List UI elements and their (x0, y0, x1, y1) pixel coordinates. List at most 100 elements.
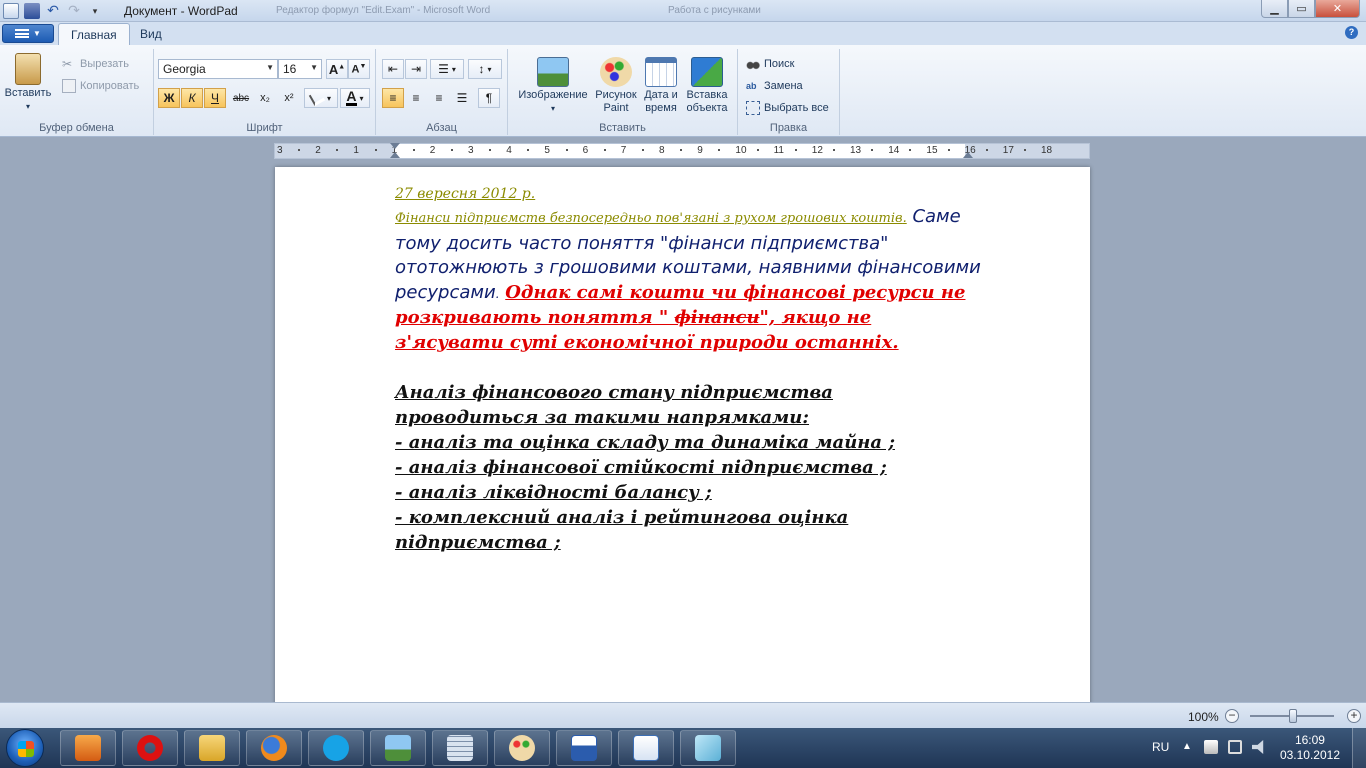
save-icon[interactable] (24, 3, 40, 19)
undo-icon[interactable]: ↶ (45, 3, 61, 19)
zoom-in-button[interactable]: + (1347, 709, 1361, 723)
show-desktop-button[interactable] (1352, 728, 1366, 768)
zoom-out-button[interactable]: − (1225, 709, 1239, 723)
insert-image-button[interactable]: Изображение ▾ (512, 57, 594, 115)
app-menu-button[interactable]: ▼ (2, 24, 54, 43)
ruler-tick-label: 6 (582, 145, 589, 156)
taskbar-calculator[interactable] (432, 730, 488, 766)
analysis-line: - аналіз фінансової стійкості підприємст… (395, 455, 985, 480)
taskbar-opera[interactable] (122, 730, 178, 766)
title-bar: ↶ ↷ ▾ Документ - WordPad Редактор формул… (0, 0, 1366, 22)
replace-button[interactable]: ab Замена (746, 79, 803, 93)
taskbar-wordpad[interactable] (618, 730, 674, 766)
start-button[interactable] (6, 729, 44, 767)
decrease-indent-button[interactable]: ⇤ (382, 59, 404, 79)
close-button[interactable]: ✕ (1315, 0, 1360, 18)
zoom-slider-thumb[interactable] (1289, 709, 1297, 723)
find-button[interactable]: Поиск (746, 57, 794, 71)
ruler-tick-mark (412, 149, 415, 151)
language-indicator[interactable]: RU (1152, 740, 1169, 768)
select-all-icon (746, 101, 760, 115)
increase-indent-button[interactable]: ⇥ (405, 59, 427, 79)
blue-period: . (495, 286, 500, 301)
date-line: 27 вересня 2012 р. (395, 186, 536, 202)
tab-view[interactable]: Вид (128, 23, 174, 45)
volume-icon[interactable] (1252, 740, 1264, 754)
help-icon[interactable]: ? (1345, 26, 1358, 39)
taskbar-notepad[interactable] (680, 730, 736, 766)
superscript-button[interactable]: x² (278, 88, 300, 108)
analysis-line: - комплексний аналіз і рейтингова оцінка (395, 505, 985, 530)
analysis-line-text: підприємства ; (395, 532, 561, 553)
subscript-button[interactable]: x₂ (254, 88, 276, 108)
group-font: Georgia ▼ 16 ▼ A▲ A▼ Ж К Ч abc x₂ x² ▾ A… (154, 49, 376, 135)
datetime-label-1: Дата и (644, 89, 678, 101)
ruler-tick-mark (947, 149, 950, 151)
font-size-combo[interactable]: 16 ▼ (278, 59, 322, 79)
line-spacing-icon: ↕ (478, 62, 485, 76)
clock-date: 03.10.2012 (1279, 748, 1340, 762)
strikethrough-button[interactable]: abc (230, 88, 252, 108)
chevron-down-icon: ▼ (266, 63, 274, 72)
taskbar-photo-viewer[interactable] (370, 730, 426, 766)
ruler-tick-mark (489, 149, 492, 151)
document-page[interactable]: 27 вересня 2012 р. Фінанси підприємств б… (275, 167, 1090, 702)
maximize-button[interactable]: ▭ (1288, 0, 1315, 18)
right-indent-marker[interactable] (963, 152, 973, 158)
paste-button[interactable]: Вставить ▾ (4, 53, 52, 113)
grow-font-button[interactable]: A▲ (326, 59, 348, 79)
minimize-button[interactable]: ▁ (1261, 0, 1288, 18)
align-left-icon: ≡ (389, 91, 397, 105)
align-left-button[interactable]: ≡ (382, 88, 404, 108)
taskbar-media-player[interactable] (60, 730, 116, 766)
customize-qa-chevron-icon[interactable]: ▾ (87, 3, 103, 19)
justify-button[interactable]: ☰ (451, 88, 473, 108)
ruler-tick-label: 9 (697, 145, 703, 156)
cut-button[interactable]: ✂ Вырезать (62, 57, 129, 71)
redo-icon[interactable]: ↷ (66, 3, 82, 19)
copy-button[interactable]: Копировать (62, 79, 139, 93)
highlight-color-button[interactable]: ▾ (304, 88, 338, 108)
font-color-button[interactable]: A ▾ (340, 88, 370, 108)
first-line-indent-marker[interactable] (390, 143, 400, 149)
insert-object-button[interactable]: Вставка объекта (682, 57, 732, 115)
taskbar-firefox[interactable] (246, 730, 302, 766)
bold-button[interactable]: Ж (158, 88, 180, 108)
action-center-icon[interactable] (1204, 740, 1218, 754)
taskbar-paint[interactable] (494, 730, 550, 766)
ruler-tick-mark (871, 149, 874, 151)
paint-drawing-button[interactable]: Рисунок Paint (592, 57, 640, 115)
font-size-value: 16 (283, 62, 297, 76)
show-hidden-icons-chevron-icon[interactable]: ▲ (1182, 741, 1192, 768)
bullets-button[interactable]: ☰ ▾ (430, 59, 464, 79)
italic-button[interactable]: К (181, 88, 203, 108)
ruler-tick-mark (565, 149, 568, 151)
left-indent-marker[interactable] (390, 152, 400, 158)
horizontal-ruler[interactable]: 3 2 1 1 2 3 4 5 6 7 8 9 10 11 12 13 14 15 16 17 18 (274, 143, 1090, 159)
scissors-icon: ✂ (62, 57, 73, 71)
taskbar-explorer[interactable] (184, 730, 240, 766)
document-area[interactable]: 27 вересня 2012 р. Фінанси підприємств б… (0, 160, 1366, 702)
paragraph-settings-button[interactable]: ¶ (478, 88, 500, 108)
clipboard-icon (15, 53, 41, 85)
select-all-button[interactable]: Выбрать все (746, 101, 829, 115)
document-body[interactable]: 27 вересня 2012 р. Фінанси підприємств б… (395, 183, 985, 555)
font-family-combo[interactable]: Georgia ▼ (158, 59, 278, 79)
system-clock[interactable]: 16:09 03.10.2012 (1280, 733, 1340, 763)
line-spacing-button[interactable]: ↕ ▾ (468, 59, 502, 79)
wordpad-app-icon[interactable] (3, 3, 19, 19)
underline-button[interactable]: Ч (204, 88, 226, 108)
window-title: Документ - WordPad (124, 4, 238, 18)
paste-label: Вставить (4, 87, 52, 99)
ruler-tick-mark (832, 149, 835, 151)
date-time-button[interactable]: Дата и время (640, 57, 682, 115)
power-icon[interactable] (1228, 740, 1242, 754)
tab-home[interactable]: Главная (58, 23, 130, 45)
taskbar-word[interactable] (556, 730, 612, 766)
align-center-button[interactable]: ≡ (405, 88, 427, 108)
shrink-font-button[interactable]: A▼ (348, 59, 370, 79)
taskbar-skype[interactable] (308, 730, 364, 766)
align-right-icon: ≡ (435, 91, 443, 105)
align-right-button[interactable]: ≡ (428, 88, 450, 108)
analysis-line: - аналіз та оцінка складу та динаміка ма… (395, 430, 985, 455)
